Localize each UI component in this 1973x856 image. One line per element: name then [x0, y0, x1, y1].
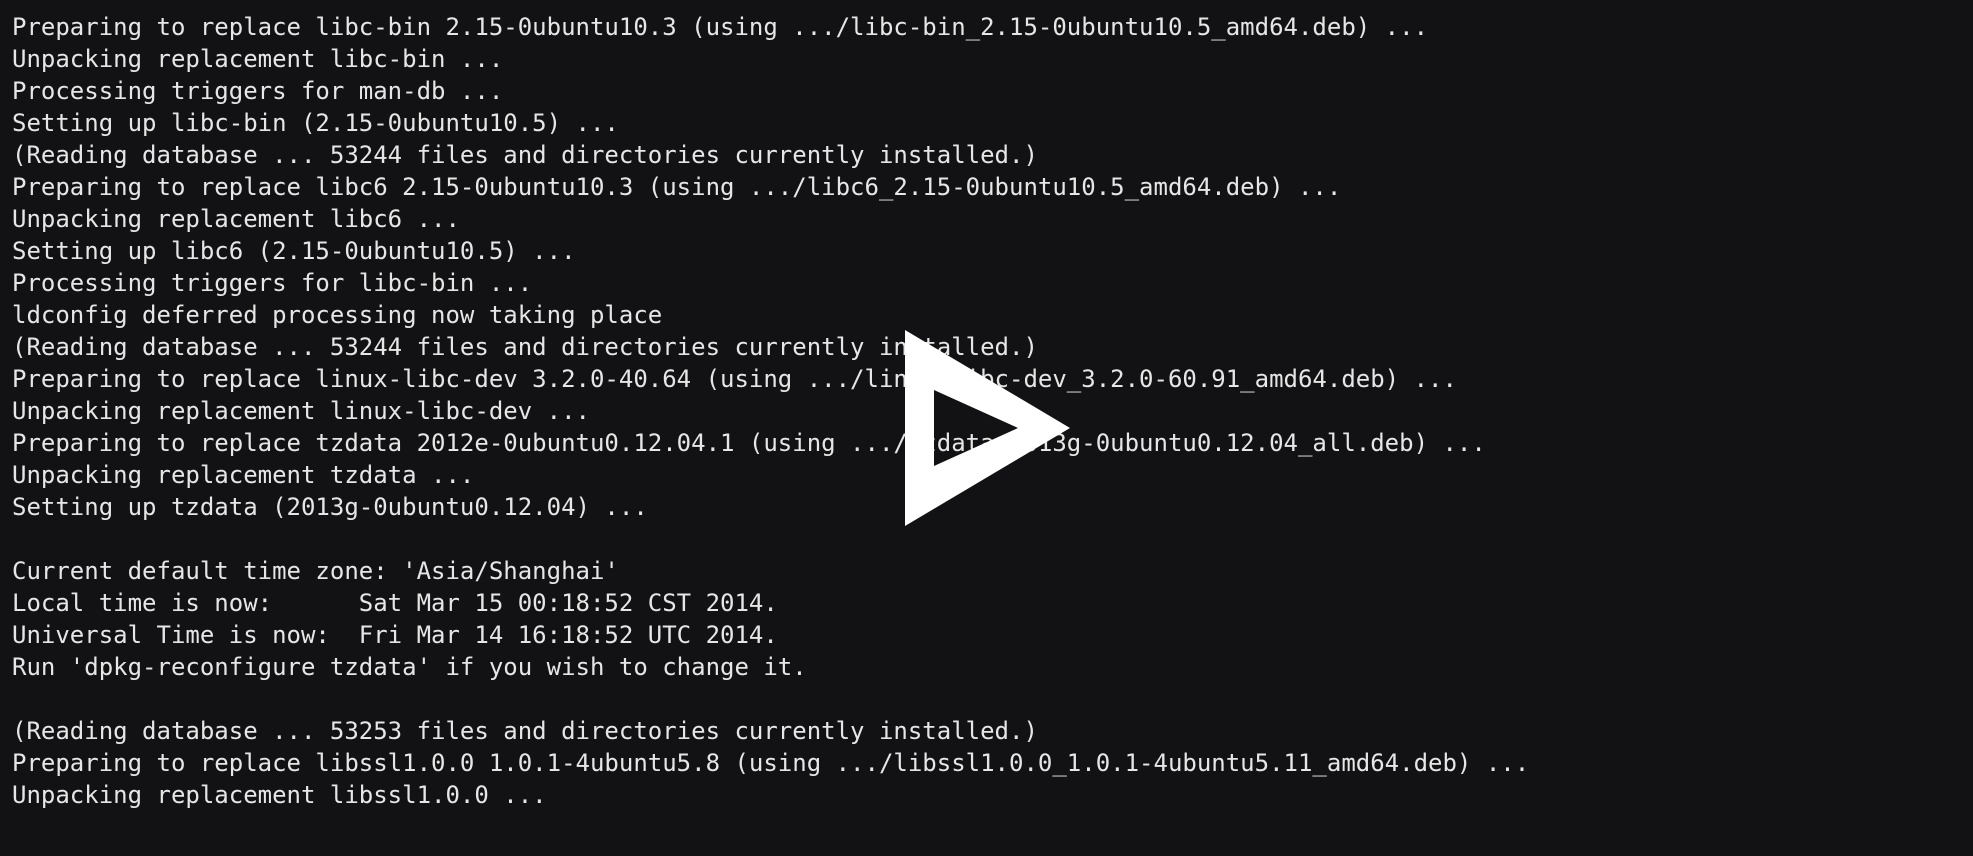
terminal-line: Processing triggers for man-db ...	[12, 77, 504, 105]
terminal-line: Preparing to replace libc6 2.15-0ubuntu1…	[12, 173, 1342, 201]
terminal-window[interactable]: Preparing to replace libc-bin 2.15-0ubun…	[0, 0, 1973, 856]
terminal-line: Current default time zone: 'Asia/Shangha…	[12, 557, 619, 585]
terminal-line: Universal Time is now: Fri Mar 14 16:18:…	[12, 621, 778, 649]
terminal-line: Processing triggers for libc-bin ...	[12, 269, 533, 297]
terminal-line: Unpacking replacement libc6 ...	[12, 205, 460, 233]
terminal-line: (Reading database ... 53253 files and di…	[12, 717, 1038, 745]
terminal-line: Unpacking replacement libc-bin ...	[12, 45, 504, 73]
terminal-line: Preparing to replace libc-bin 2.15-0ubun…	[12, 13, 1429, 41]
terminal-line: Preparing to replace libssl1.0.0 1.0.1-4…	[12, 749, 1530, 777]
terminal-line: (Reading database ... 53244 files and di…	[12, 141, 1038, 169]
terminal-line: Local time is now: Sat Mar 15 00:18:52 C…	[12, 589, 778, 617]
terminal-line: Setting up libc-bin (2.15-0ubuntu10.5) .…	[12, 109, 619, 137]
terminal-line: Run 'dpkg-reconfigure tzdata' if you wis…	[12, 653, 807, 681]
play-button[interactable]	[900, 330, 1072, 526]
terminal-line: Setting up libc6 (2.15-0ubuntu10.5) ...	[12, 237, 576, 265]
terminal-line: ldconfig deferred processing now taking …	[12, 301, 663, 329]
terminal-line: Unpacking replacement libssl1.0.0 ...	[12, 781, 547, 809]
play-icon	[905, 330, 1070, 526]
